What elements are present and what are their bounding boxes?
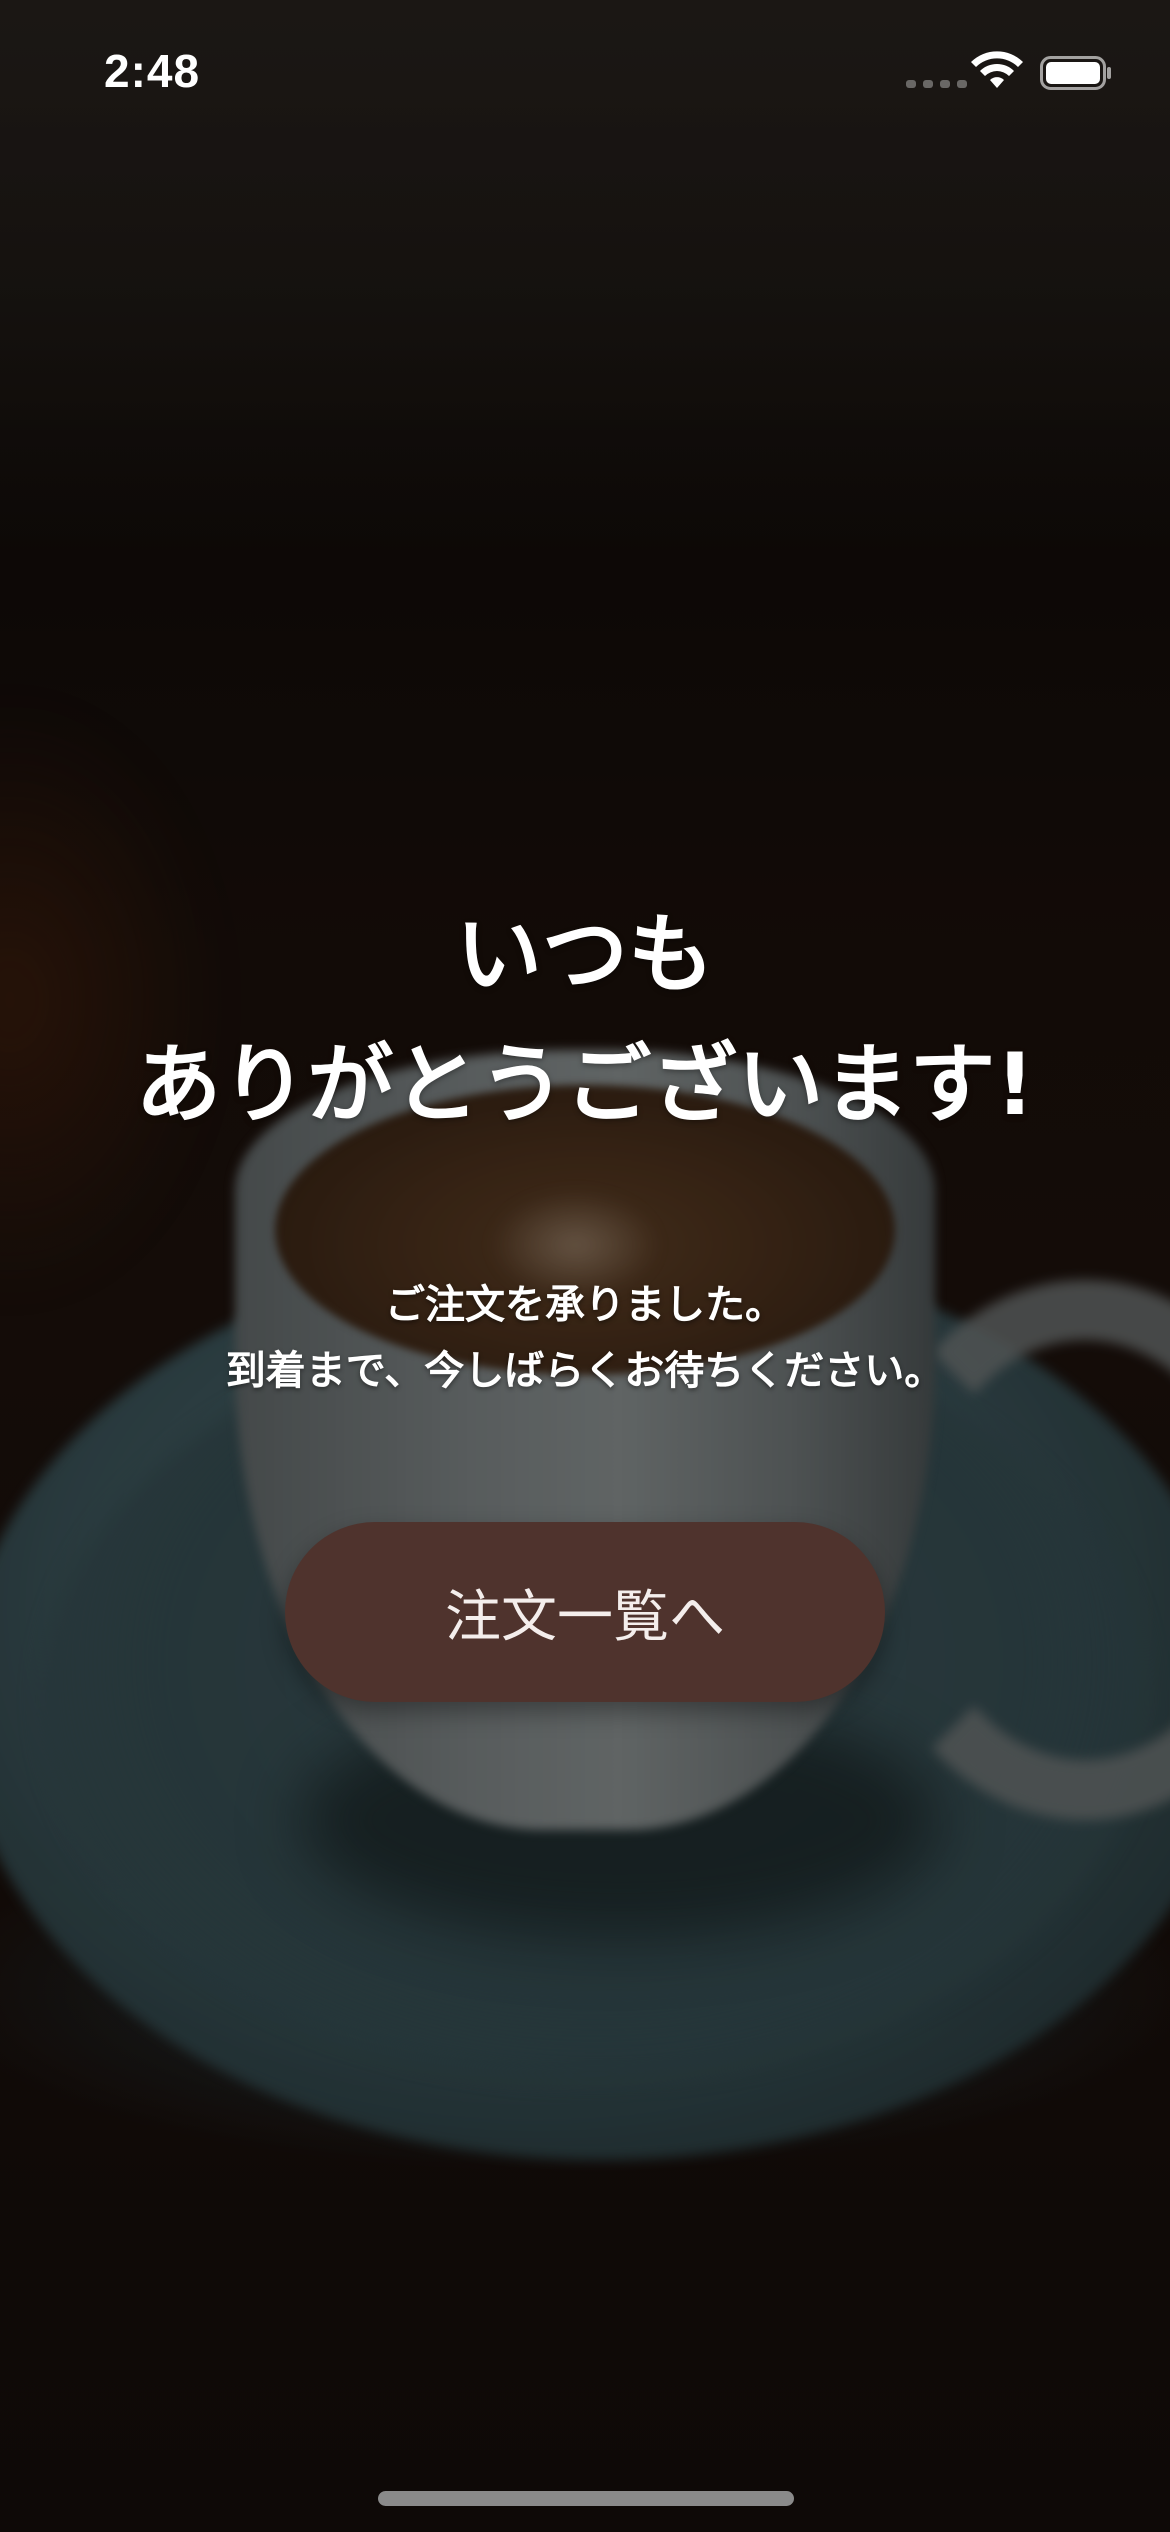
status-bar: 2:48 bbox=[0, 0, 1170, 140]
order-received-message: ご注文を承りました。 到着まで、今しばらくお待ちください。 bbox=[0, 1272, 1170, 1404]
status-time: 2:48 bbox=[104, 45, 201, 97]
thank-you-title: いつも ありがとうございます! bbox=[0, 890, 1170, 1150]
title-line-2: ありがとうございます! bbox=[135, 1035, 1035, 1135]
order-list-button[interactable]: 注文一覧へ bbox=[285, 1522, 885, 1702]
wifi-icon bbox=[971, 51, 1023, 88]
title-line-1: いつも bbox=[456, 905, 714, 1005]
order-complete-screen: 2:48 いつも ありがとうございます! ご注文を承りました。 到着まで、今しば… bbox=[0, 0, 1170, 2532]
order-list-button-label: 注文一覧へ bbox=[445, 1584, 725, 1650]
battery-icon bbox=[1040, 56, 1111, 90]
message-line-2: 到着まで、今しばらくお待ちください。 bbox=[225, 1348, 945, 1394]
signal-icon bbox=[906, 80, 967, 88]
home-indicator[interactable] bbox=[378, 2491, 794, 2506]
message-line-1: ご注文を承りました。 bbox=[385, 1282, 785, 1328]
background-dim-overlay bbox=[0, 0, 1170, 2532]
